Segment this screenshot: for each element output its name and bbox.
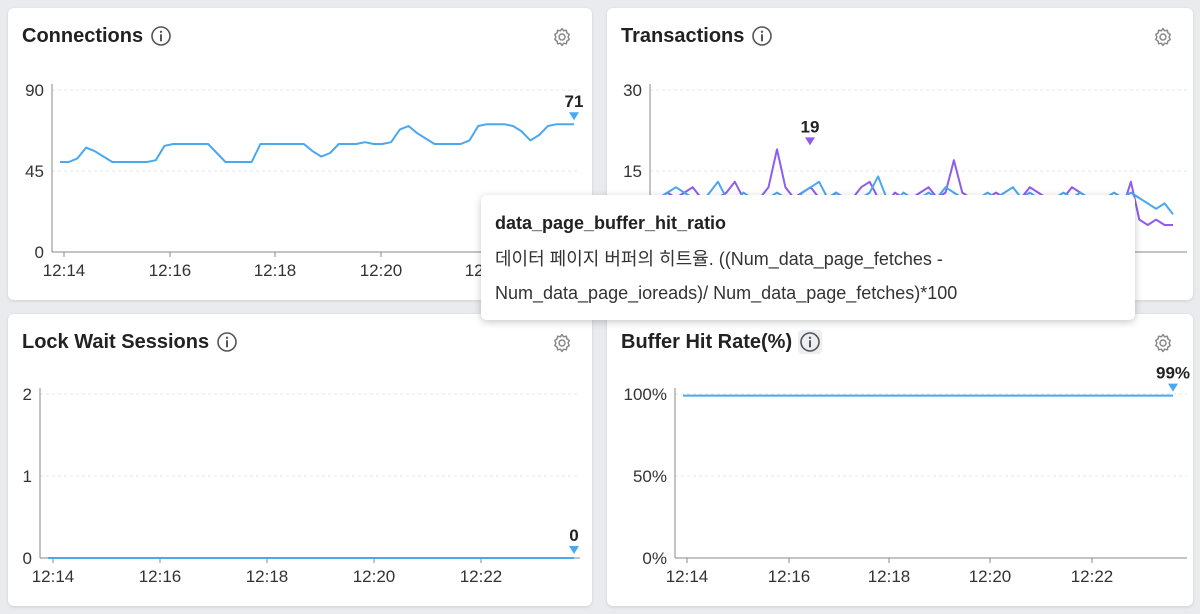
- x-tick-label: 12:18: [254, 261, 297, 280]
- lock-wait-panel: Lock Wait Sessions 2 1 0 12:14 12:16 12:18 12:…: [8, 314, 592, 606]
- x-tick-label: 12:16: [139, 567, 182, 586]
- value-marker-icon: [1168, 383, 1178, 392]
- value-marker-icon: [805, 137, 815, 146]
- x-tick-label: 12:22: [1071, 567, 1114, 586]
- y-tick-label: 30: [623, 81, 642, 100]
- buffer-hit-chart: 100% 50% 0%12:14 12:16 12:18 12:20 12:22 99%: [624, 364, 1191, 586]
- tooltip-line-1: 데이터 페이지 버퍼의 히트율. ((Num_data_page_fetches…: [495, 249, 943, 269]
- x-tick-label: 12:18: [868, 567, 911, 586]
- x-tick-label: 12:14: [32, 567, 75, 586]
- value-label: 99%: [1156, 364, 1190, 383]
- y-tick-label: 15: [623, 162, 642, 181]
- y-tick-label: 50%: [633, 467, 667, 486]
- y-tick-label: 100%: [624, 385, 667, 404]
- x-tick-label: 12:14: [43, 261, 86, 280]
- x-tick-label: 12:14: [666, 567, 709, 586]
- value-marker-icon: [569, 112, 579, 121]
- value-marker-icon: [569, 546, 579, 554]
- x-tick-label: 12:16: [768, 567, 811, 586]
- value-label: 71: [565, 92, 584, 111]
- value-label: 0: [569, 526, 578, 545]
- lock-wait-chart: 21012:14 12:16 12:18 12:20 12:220: [23, 385, 580, 586]
- tooltip-line-2: Num_data_page_ioreads)/ Num_data_page_fe…: [495, 283, 958, 303]
- y-tick-label: 45: [25, 162, 44, 181]
- value-label: 19: [801, 117, 820, 136]
- metric-tooltip: data_page_buffer_hit_ratio 데이터 페이지 버퍼의 히…: [481, 195, 1135, 320]
- x-tick-label: 12:20: [353, 567, 396, 586]
- y-tick-label: 2: [23, 385, 32, 404]
- x-tick-label: 12:20: [360, 261, 403, 280]
- y-tick-label: 0%: [642, 549, 667, 568]
- buffer-hit-panel: Buffer Hit Rate(%) 100% 50% 0% 12:14 12:16 12…: [607, 314, 1193, 606]
- x-tick-label: 12:16: [149, 261, 192, 280]
- y-tick-label: 1: [23, 467, 32, 486]
- tooltip-description: 데이터 페이지 버퍼의 히트율. ((Num_data_page_fetches…: [495, 242, 1121, 310]
- x-tick-label: 12:18: [246, 567, 289, 586]
- x-tick-label: 12:20: [969, 567, 1012, 586]
- series-line-1: [60, 123, 574, 163]
- x-tick-label: 12:22: [460, 567, 503, 586]
- tooltip-title: data_page_buffer_hit_ratio: [495, 213, 727, 233]
- y-tick-label: 0: [35, 243, 44, 262]
- y-tick-label: 90: [25, 81, 44, 100]
- y-tick-label: 0: [23, 549, 32, 568]
